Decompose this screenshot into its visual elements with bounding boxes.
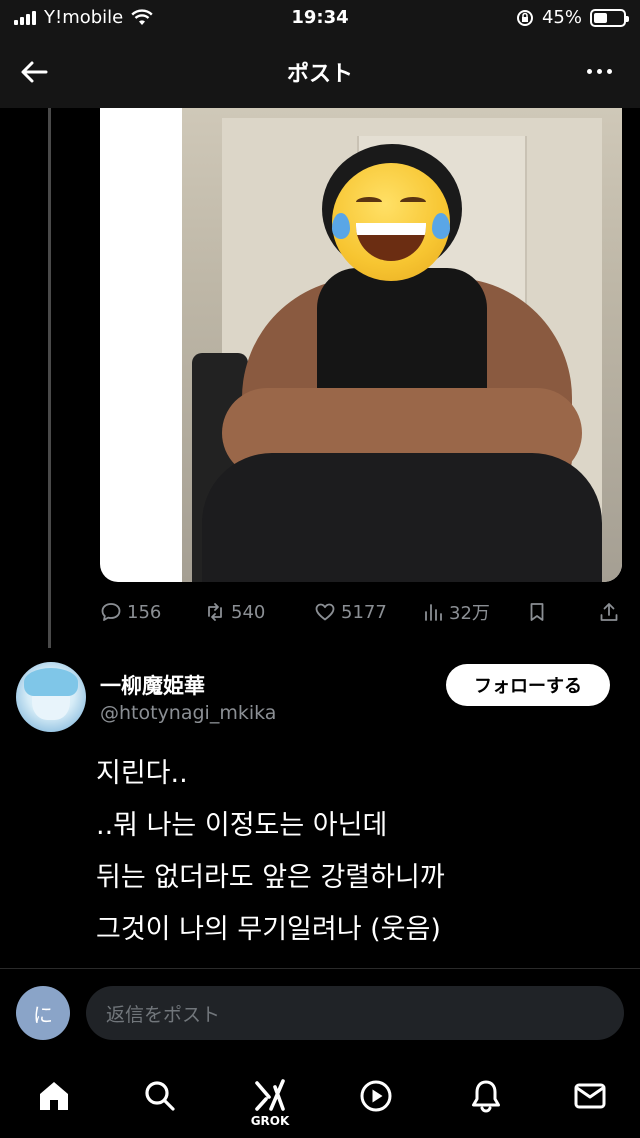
home-icon [40,1082,68,1110]
bell-icon [472,1080,500,1113]
share-action[interactable] [598,596,620,628]
play-icon [360,1080,392,1112]
repost-count: 540 [231,601,266,623]
reply-line: ..뭐 나는 이정도는 아닌데 [96,810,388,841]
post-photo[interactable] [182,108,622,582]
face-with-tears-of-joy-icon [332,163,450,281]
back-arrow-icon[interactable] [16,54,52,90]
current-user-avatar[interactable]: に [16,986,70,1040]
follow-button[interactable]: フォローする [446,664,610,706]
mail-icon [574,1083,606,1109]
bottom-navigation: GROK [0,1056,640,1138]
thread-connector-line [48,108,51,648]
views-chart-icon [425,604,442,621]
reply-line: 그것이 나의 무기일려나 (웃음) [96,914,441,945]
repost-icon [208,603,222,621]
heart-icon [315,603,335,621]
nav-home[interactable] [30,1072,78,1120]
status-bar: Y!mobile 19:34 45% [0,0,640,36]
nav-notifications[interactable] [462,1072,510,1120]
bookmark-action[interactable] [526,596,548,628]
reply-count: 156 [127,601,162,623]
grok-label: GROK [250,1114,290,1128]
more-options-icon[interactable] [587,69,612,74]
battery-icon [590,8,629,27]
post-media[interactable] [100,108,622,582]
reply-input[interactable]: 返信をポスト [86,986,624,1040]
reply-line: 뒤는 없더라도 앞은 강렬하니까 [96,862,445,893]
reply-author-handle[interactable]: @htotynagi_mkika [100,702,276,724]
repost-action[interactable]: 540 [204,596,265,628]
reply-line: 지린다.. [96,758,188,789]
divider [0,968,640,969]
views-action[interactable]: 32万 [422,596,490,628]
like-action[interactable]: 5177 [314,596,387,628]
reply-author-name[interactable]: 一柳魔姫華 [100,670,205,700]
post-actions: 156 540 5177 32万 [100,596,630,628]
nav-video[interactable] [352,1072,400,1120]
reply-action[interactable]: 156 [100,596,161,628]
view-count: 32万 [449,603,490,624]
bookmark-icon [530,603,544,621]
nav-grok[interactable]: GROK [246,1072,294,1128]
nav-messages[interactable] [566,1072,614,1120]
reply-icon [101,603,121,621]
search-icon [145,1081,175,1111]
reply-body: 지린다.. ..뭐 나는 이정도는 아닌데 뒤는 없더라도 앞은 강렬하니까 그… [96,748,616,956]
share-icon [600,603,618,621]
nav-search[interactable] [136,1072,184,1120]
orientation-lock-icon [516,9,533,26]
battery-fill [594,12,607,23]
reply-author-avatar[interactable] [16,662,86,732]
top-bar: ポスト [0,36,640,108]
page-title: ポスト [286,62,353,87]
grok-icon [255,1079,285,1111]
battery-percent: 45% [541,7,582,28]
like-count: 5177 [341,601,387,623]
